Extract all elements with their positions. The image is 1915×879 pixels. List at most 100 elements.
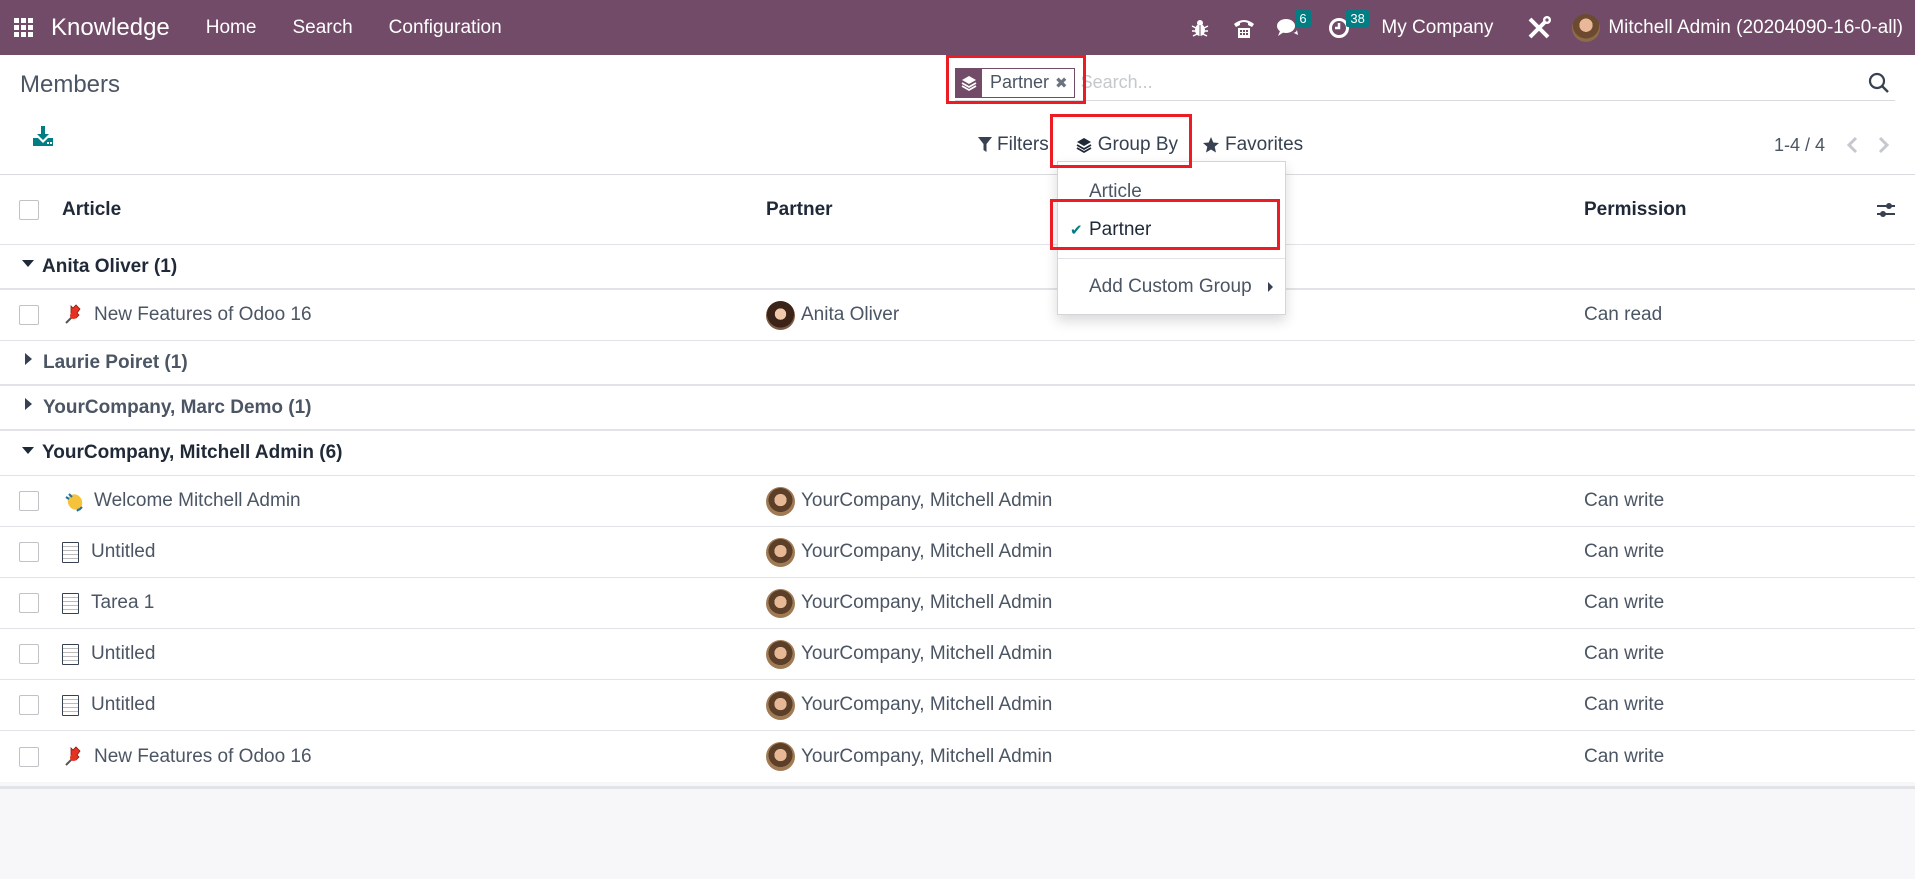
facet-label: Partner [990,72,1050,92]
table-row[interactable]: Untitled YourCompany, Mitchell Admin Can… [0,527,1915,578]
article-title: Untitled [91,643,156,664]
permission-value: Can read [1584,304,1663,325]
caret-right-icon [25,352,32,365]
partner-name: YourCompany, Mitchell Admin [801,592,1053,613]
chevron-right-icon [1878,136,1890,154]
search-icon[interactable] [1867,71,1891,95]
export-button[interactable] [32,125,54,147]
favorites-button[interactable]: Favorites [1192,127,1313,163]
article-title: Welcome Mitchell Admin [94,490,301,511]
group-label: Laurie Poiret (1) [43,351,188,373]
dropdown-divider [1058,258,1285,259]
article-title: New Features of Odoo 16 [94,745,312,767]
pager-previous-button[interactable] [1839,132,1865,158]
table-row[interactable]: Welcome Mitchell Admin YourCompany, Mitc… [0,476,1915,527]
table-row[interactable]: Untitled YourCompany, Mitchell Admin Can… [0,680,1915,731]
optional-columns-icon[interactable] [1875,199,1897,221]
table-row[interactable]: Untitled YourCompany, Mitchell Admin Can… [0,629,1915,680]
partner-avatar [766,690,795,720]
top-navbar: Knowledge Home Search Configuration 6 38… [0,0,1915,55]
star-icon [1203,137,1219,153]
permission-value: Can write [1584,694,1665,715]
user-name: Mitchell Admin (20204090-16-0-all) [1608,16,1903,38]
article-title: Tarea 1 [91,592,155,613]
partner-avatar [766,486,795,516]
document-icon [62,694,79,716]
menu-configuration[interactable]: Configuration [389,17,502,39]
group-row-marc-demo[interactable]: YourCompany, Marc Demo (1) [0,386,1915,431]
download-icon [33,126,53,146]
permission-value: Can write [1584,541,1665,562]
row-checkbox[interactable] [19,542,39,562]
option-label: Add Custom Group [1089,276,1252,297]
permission-value: Can write [1584,643,1665,664]
column-header-permission[interactable]: Permission [1584,199,1686,221]
facet-remove-icon[interactable]: ✖ [1055,74,1074,92]
row-checkbox[interactable] [19,305,39,325]
page-title: Members [20,71,121,98]
company-switcher[interactable]: My Company [1381,17,1493,39]
menu-home[interactable]: Home [206,17,257,39]
group-label: YourCompany, Mitchell Admin (6) [42,442,343,463]
row-checkbox[interactable] [19,593,39,613]
row-checkbox[interactable] [19,695,39,715]
row-checkbox[interactable] [19,644,39,664]
add-custom-group-toggle[interactable]: Add Custom Group [1058,269,1285,305]
group-row-mitchell-admin[interactable]: YourCompany, Mitchell Admin (6) [0,431,1915,476]
search-input[interactable] [1080,72,1867,93]
settings-tools-button[interactable] [1524,0,1554,55]
table-row[interactable]: New Features of Odoo 16 YourCompany, Mit… [0,731,1915,782]
caret-right-icon [25,397,32,410]
user-avatar [1572,13,1601,42]
partner-name: YourCompany, Mitchell Admin [801,643,1053,664]
filters-label: Filters [997,134,1049,155]
table-row[interactable]: New Features of Odoo 16 Anita Oliver Can… [0,290,1915,341]
group-by-option-partner[interactable]: ✔ Partner [1058,212,1285,248]
document-icon [62,643,79,665]
caret-down-icon [22,260,34,267]
partner-name: YourCompany, Mitchell Admin [801,694,1053,715]
debug-button[interactable] [1185,0,1215,55]
group-row-laurie-poiret[interactable]: Laurie Poiret (1) [0,341,1915,386]
chevron-left-icon [1846,136,1858,154]
menu-search[interactable]: Search [292,17,352,39]
article-title: Untitled [91,694,156,715]
row-checkbox[interactable] [19,746,39,767]
caret-right-icon [1268,282,1273,292]
pager-value[interactable]: 1-4 / 4 [1774,135,1825,156]
caret-down-icon [22,446,34,454]
column-header-article[interactable]: Article [62,199,121,221]
layers-icon [1076,138,1092,154]
group-row-anita-oliver[interactable]: Anita Oliver (1) [0,245,1915,290]
activities-button[interactable]: 38 [1324,0,1369,55]
user-menu[interactable]: Mitchell Admin (20204090-16-0-all) [1572,13,1903,42]
group-by-button[interactable]: Group By [1065,127,1188,163]
search-options: Filters Group By Favorites [968,127,1313,163]
partner-avatar [766,300,795,330]
list-footer-area [0,786,1915,879]
bug-icon [1192,19,1209,37]
row-checkbox[interactable] [19,491,39,511]
pushpin-icon [62,745,86,769]
group-by-option-article[interactable]: Article [1058,174,1285,210]
filters-button[interactable]: Filters [968,127,1059,163]
column-header-partner[interactable]: Partner [766,199,833,221]
voip-button[interactable] [1229,0,1259,55]
search-facet-partner[interactable]: Partner ✖ [955,67,1075,98]
permission-value: Can write [1584,592,1665,613]
messages-button[interactable]: 6 [1273,0,1311,55]
option-label: Article [1089,181,1142,202]
layers-icon [956,68,982,97]
phone-icon [1234,19,1255,38]
pushpin-icon [62,303,86,327]
partner-avatar [766,588,795,618]
app-menu-button[interactable] [0,0,46,55]
table-row[interactable]: Tarea 1 YourCompany, Mitchell Admin Can … [0,578,1915,629]
partner-name: Anita Oliver [801,304,900,325]
pager-next-button[interactable] [1871,132,1897,158]
apps-grid-icon [13,18,33,37]
tools-icon [1528,15,1552,38]
partner-name: YourCompany, Mitchell Admin [801,745,1053,767]
select-all-checkbox[interactable] [19,199,39,220]
app-name[interactable]: Knowledge [51,14,170,42]
